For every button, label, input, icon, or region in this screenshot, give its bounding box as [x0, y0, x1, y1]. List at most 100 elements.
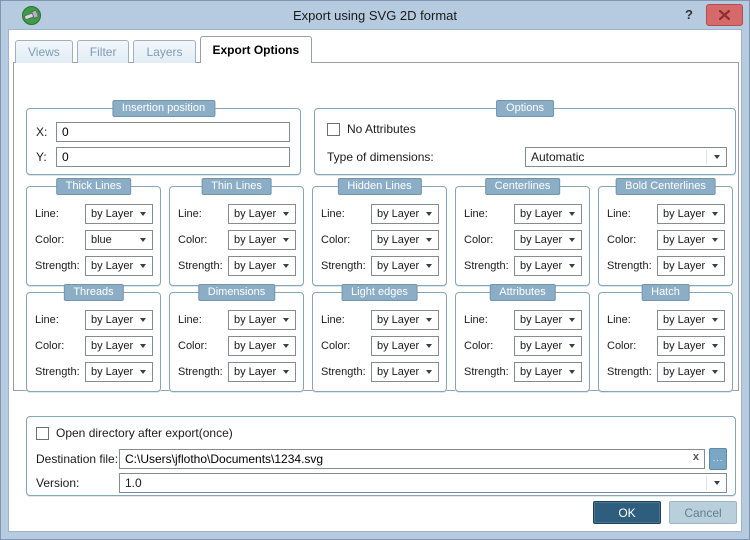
chevron-down-icon — [140, 344, 146, 348]
strength-label: Strength: — [607, 366, 652, 378]
strength-select[interactable]: by Layer — [228, 362, 296, 382]
tab-export-options[interactable]: Export Options — [199, 36, 313, 64]
chevron-down-icon — [569, 238, 575, 242]
tab-bar: Views Filter Layers Export Options — [15, 36, 313, 64]
line-select[interactable]: by Layer — [657, 310, 725, 330]
chevron-down-icon — [712, 238, 718, 242]
chevron-down-icon — [569, 212, 575, 216]
strength-select[interactable]: by Layer — [85, 362, 153, 382]
chevron-down-icon — [569, 344, 575, 348]
color-label: Color: — [607, 340, 637, 352]
line-select[interactable]: by Layer — [371, 204, 439, 224]
line-style-group-title: Attributes — [489, 284, 556, 301]
line-select[interactable]: by Layer — [85, 204, 153, 224]
titlebar[interactable]: Export using SVG 2D format ? — [1, 1, 749, 29]
color-select[interactable]: by Layer — [514, 336, 582, 356]
chevron-down-icon — [283, 318, 289, 322]
chevron-down-icon — [426, 212, 432, 216]
line-style-group-title: Bold Centerlines — [615, 178, 716, 195]
tab-filter[interactable]: Filter — [76, 40, 130, 63]
tab-views[interactable]: Views — [15, 40, 73, 63]
chevron-down-icon — [426, 344, 432, 348]
chevron-down-icon — [283, 238, 289, 242]
color-select[interactable]: by Layer — [228, 230, 296, 250]
type-of-dimensions-select[interactable]: Automatic — [525, 147, 727, 167]
line-style-group-title: Threads — [63, 284, 124, 301]
strength-select[interactable]: by Layer — [228, 256, 296, 276]
options-title: Options — [496, 100, 554, 117]
open-directory-label: Open directory after export(once) — [56, 426, 233, 440]
strength-select[interactable]: by Layer — [371, 362, 439, 382]
chevron-down-icon — [426, 318, 432, 322]
window-title: Export using SVG 2D format — [292, 7, 457, 23]
no-attributes-checkbox[interactable] — [327, 122, 340, 136]
line-select[interactable]: by Layer — [228, 310, 296, 330]
export-options-tab-pane: Insertion position X: Y: Options No Attr… — [13, 62, 739, 392]
line-select[interactable]: by Layer — [371, 310, 439, 330]
strength-select[interactable]: by Layer — [657, 256, 725, 276]
chevron-down-icon — [283, 212, 289, 216]
chevron-down-icon — [426, 238, 432, 242]
color-label: Color: — [464, 234, 494, 246]
ok-button[interactable]: OK — [593, 501, 661, 524]
strength-select[interactable]: by Layer — [657, 362, 725, 382]
line-label: Line: — [607, 314, 631, 326]
line-label: Line: — [178, 314, 202, 326]
cancel-button[interactable]: Cancel — [669, 501, 737, 524]
x-input[interactable] — [56, 122, 290, 142]
line-style-group-title: Light edges — [341, 284, 418, 301]
y-input[interactable] — [56, 147, 290, 167]
line-style-group-title: Hidden Lines — [337, 178, 422, 195]
line-label: Line: — [35, 314, 59, 326]
color-select[interactable]: by Layer — [85, 336, 153, 356]
line-select[interactable]: by Layer — [657, 204, 725, 224]
color-label: Color: — [35, 340, 65, 352]
color-select[interactable]: by Layer — [657, 230, 725, 250]
line-label: Line: — [464, 314, 488, 326]
color-select[interactable]: by Layer — [657, 336, 725, 356]
help-button[interactable]: ? — [681, 5, 697, 25]
chevron-down-icon — [569, 370, 575, 374]
close-button[interactable] — [706, 4, 743, 26]
color-select[interactable]: by Layer — [371, 230, 439, 250]
line-label: Line: — [35, 208, 59, 220]
chevron-down-icon — [426, 264, 432, 268]
color-label: Color: — [464, 340, 494, 352]
destination-file-input[interactable] — [119, 449, 705, 469]
line-select[interactable]: by Layer — [514, 310, 582, 330]
open-directory-checkbox[interactable] — [36, 426, 49, 440]
clear-input-icon[interactable]: x — [693, 451, 699, 463]
color-select[interactable]: by Layer — [371, 336, 439, 356]
strength-label: Strength: — [464, 260, 509, 272]
browse-button[interactable]: ... — [709, 448, 727, 470]
tab-layers[interactable]: Layers — [133, 40, 196, 63]
line-select[interactable]: by Layer — [85, 310, 153, 330]
line-style-group: Bold Centerlines Line: by Layer Color: b… — [598, 178, 733, 286]
strength-label: Strength: — [178, 366, 223, 378]
line-style-group: Light edges Line: by Layer Color: by Lay… — [312, 284, 447, 392]
color-select[interactable]: by Layer — [228, 336, 296, 356]
color-select[interactable]: blue — [85, 230, 153, 250]
color-label: Color: — [178, 340, 208, 352]
line-style-group: Centerlines Line: by Layer Color: by Lay… — [455, 178, 590, 286]
line-style-group: Thin Lines Line: by Layer Color: by Laye… — [169, 178, 304, 286]
line-select[interactable]: by Layer — [514, 204, 582, 224]
strength-select[interactable]: by Layer — [371, 256, 439, 276]
color-label: Color: — [321, 234, 351, 246]
line-select[interactable]: by Layer — [228, 204, 296, 224]
chevron-down-icon — [712, 370, 718, 374]
chevron-down-icon — [140, 370, 146, 374]
strength-select[interactable]: by Layer — [514, 362, 582, 382]
line-label: Line: — [321, 208, 345, 220]
strength-select[interactable]: by Layer — [85, 256, 153, 276]
color-select[interactable]: by Layer — [514, 230, 582, 250]
strength-select[interactable]: by Layer — [514, 256, 582, 276]
chevron-down-icon — [569, 318, 575, 322]
line-label: Line: — [464, 208, 488, 220]
close-icon — [719, 10, 730, 20]
insertion-position-group: Insertion position X: Y: — [26, 100, 301, 175]
line-style-groups: Thick Lines Line: by Layer Color: blue S… — [26, 178, 733, 392]
line-style-group: Dimensions Line: by Layer Color: by Laye… — [169, 284, 304, 392]
version-select[interactable]: 1.0 — [119, 473, 727, 493]
chevron-down-icon — [283, 264, 289, 268]
